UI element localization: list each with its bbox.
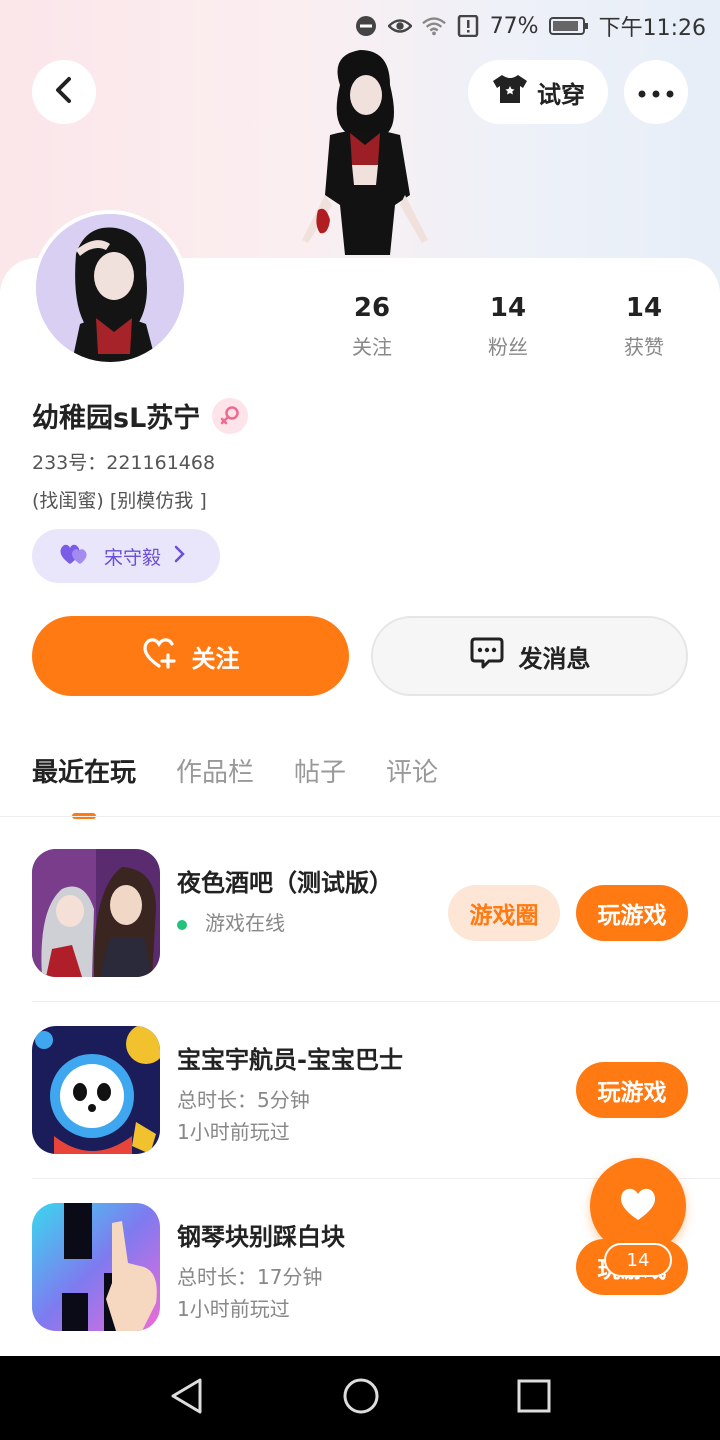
nav-home-icon[interactable] [342, 1377, 380, 1419]
game-title: 钢琴块别踩白块 [177, 1223, 345, 1251]
profile-tabs: 最近在玩 作品栏 帖子 评论 [32, 752, 438, 819]
game-title: 宝宝宇航员-宝宝巴士 [177, 1046, 403, 1074]
clock: 下午11:26 [598, 16, 706, 41]
list-divider [32, 1001, 720, 1002]
tab-posts[interactable]: 帖子 [294, 752, 346, 789]
dnd-icon [354, 14, 378, 38]
nav-back-icon[interactable] [169, 1377, 205, 1419]
stat-followers[interactable]: 14 粉丝 [458, 293, 558, 360]
bestie-name: 宋守毅 [104, 546, 162, 569]
stat-label: 获赞 [624, 335, 664, 359]
female-gender-icon [212, 397, 249, 434]
chevron-left-icon [52, 76, 76, 108]
more-button[interactable] [624, 60, 688, 124]
game-title: 夜色酒吧（测试版） [177, 869, 393, 897]
follow-button[interactable]: 关注 [32, 616, 349, 696]
game-duration: 总时长：5分钟 [177, 1088, 310, 1112]
game-last-played: 1小时前玩过 [177, 1120, 290, 1144]
stat-label: 关注 [352, 335, 392, 359]
chat-bubble-icon [469, 636, 505, 676]
stat-following[interactable]: 26 关注 [322, 293, 422, 360]
profile-name: 幼稚园sL苏宁 [32, 403, 201, 434]
heart-icon [618, 1186, 658, 1226]
stat-label: 粉丝 [488, 335, 528, 359]
system-nav-bar [0, 1356, 720, 1440]
eye-icon [387, 14, 412, 38]
try-on-label: 试穿 [537, 80, 585, 109]
stat-likes[interactable]: 14 获赞 [594, 293, 694, 360]
stat-value: 14 [489, 293, 527, 323]
play-game-button[interactable]: 玩游戏 [576, 885, 688, 941]
avatar-3d-figure[interactable] [290, 45, 440, 260]
game-circle-button[interactable]: 游戏圈 [448, 885, 560, 941]
game-online-status: 游戏在线 [177, 907, 285, 936]
user-id: 233号：221161468 [32, 452, 216, 474]
game-icon-night-bar [32, 849, 160, 977]
avatar[interactable] [32, 210, 188, 366]
tab-comments[interactable]: 评论 [386, 752, 438, 789]
status-bar: 77% 下午11:26 [0, 0, 720, 50]
user-bio: (找闺蜜) [别模仿我 ] [32, 490, 207, 512]
tab-works[interactable]: 作品栏 [176, 752, 254, 789]
tab-divider [0, 816, 720, 817]
like-fab-button[interactable] [590, 1158, 686, 1254]
follow-label: 关注 [191, 644, 240, 673]
list-item[interactable]: 夜色酒吧（测试版） 游戏在线 游戏圈 玩游戏 [32, 849, 720, 1025]
chevron-right-icon [173, 544, 187, 569]
bestie-tag[interactable]: 宋守毅 [32, 529, 220, 583]
profile-name-row: 幼稚园sL苏宁 [32, 396, 249, 435]
message-label: 发消息 [518, 644, 591, 673]
game-icon-baby-astronaut [32, 1026, 160, 1154]
tshirt-icon [491, 73, 529, 111]
game-duration: 总时长：17分钟 [177, 1265, 323, 1289]
try-on-button[interactable]: 试穿 [468, 60, 608, 124]
battery-percent: 77% [489, 13, 539, 39]
hearts-icon [58, 542, 92, 571]
more-dots-icon [638, 83, 674, 102]
heart-plus-icon [142, 637, 178, 675]
back-button[interactable] [32, 60, 96, 124]
alert-icon [456, 14, 480, 38]
like-count-badge: 14 [604, 1243, 672, 1277]
stat-value: 26 [353, 293, 391, 323]
tab-recently-played[interactable]: 最近在玩 [32, 752, 136, 819]
play-game-button[interactable]: 玩游戏 [576, 1062, 688, 1118]
wifi-icon [421, 14, 446, 38]
message-button[interactable]: 发消息 [371, 616, 688, 696]
battery-icon [548, 14, 589, 38]
stat-value: 14 [625, 293, 663, 323]
nav-recents-icon[interactable] [517, 1379, 551, 1417]
game-last-played: 1小时前玩过 [177, 1297, 290, 1321]
game-icon-piano-tiles [32, 1203, 160, 1331]
